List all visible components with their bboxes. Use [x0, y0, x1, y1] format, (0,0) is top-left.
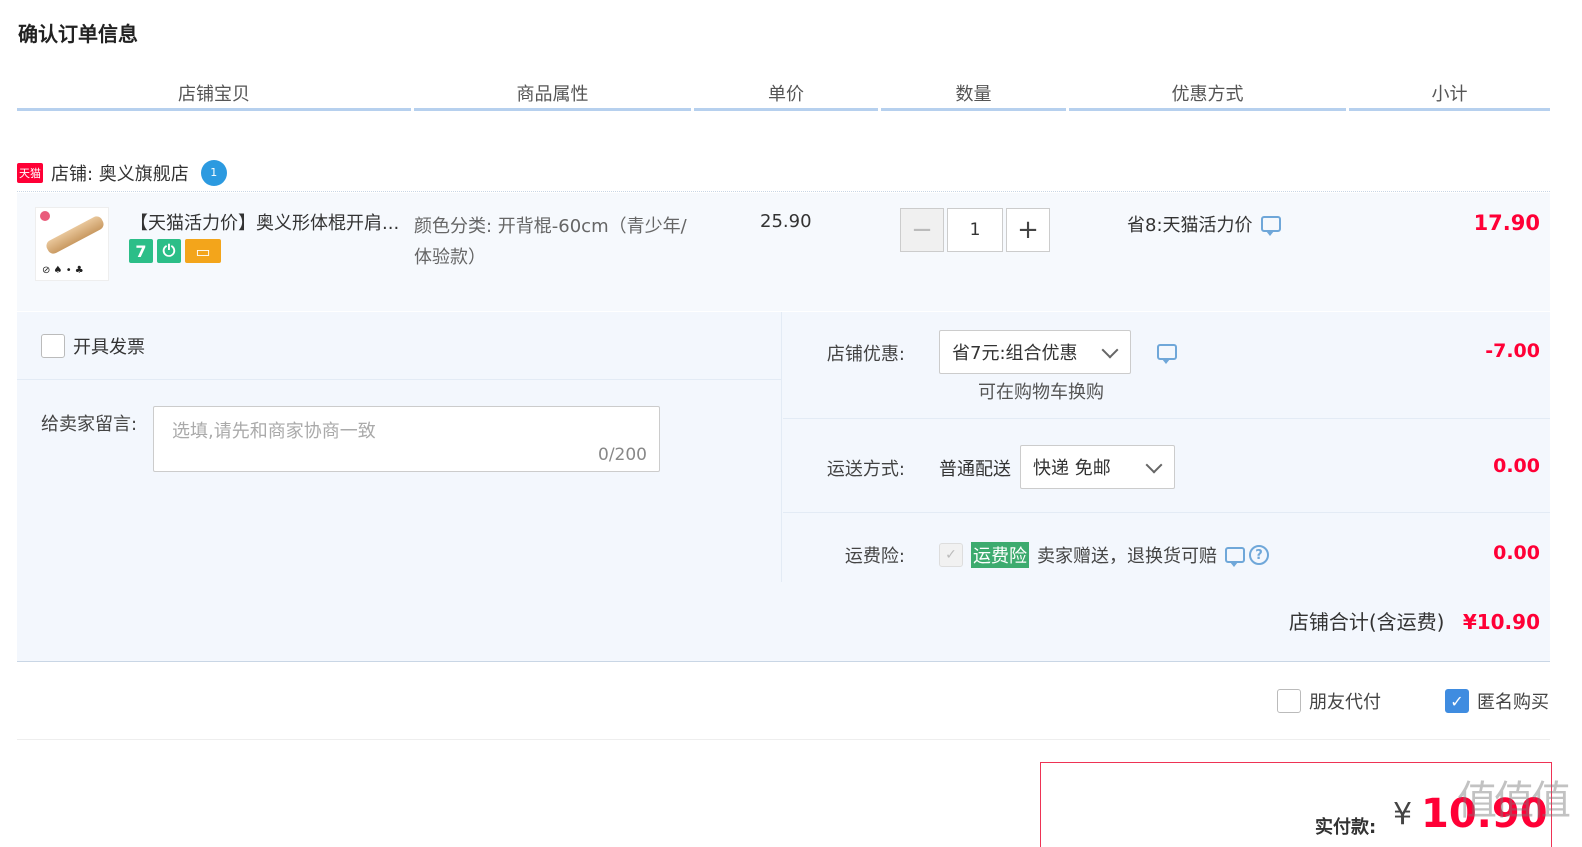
item-promotion: 省8:天猫活力价	[1127, 211, 1281, 237]
shipping-insurance-info: ✓ 运费险 卖家赠送，退换货可赔 ?	[939, 542, 1269, 568]
product-title-link[interactable]: 【天猫活力价】奥义形体棍开肩...	[130, 209, 410, 235]
item-promotion-text: 省8:天猫活力价	[1127, 215, 1253, 236]
order-details: 开具发票 给卖家留言: 选填,请先和商家协商一致 0/200 店铺优惠: 省7元…	[17, 312, 1550, 662]
brand-logo-icon	[40, 211, 50, 221]
payment-label: 实付款:	[1315, 817, 1377, 838]
friend-pay-option[interactable]: 朋友代付	[1277, 688, 1381, 714]
quantity-stepper: − 1 +	[900, 208, 1050, 252]
wangwang-chat-icon[interactable]: 1	[200, 159, 227, 186]
invoice-label: 开具发票	[73, 336, 145, 358]
shipping-selected: 快递 免邮	[1033, 458, 1111, 479]
quantity-decrease-button[interactable]: −	[900, 208, 944, 252]
invoice-option: 开具发票	[17, 312, 782, 380]
order-fees-pane: 店铺优惠: 省7元:组合优惠 可在购物车换购 -7.00 运送方式: 普通配送 …	[783, 312, 1550, 582]
anonymous-purchase-option[interactable]: ✓ 匿名购买	[1445, 688, 1549, 714]
shipping-amount: 0.00	[1493, 455, 1540, 477]
anonymous-purchase-label: 匿名购买	[1477, 692, 1549, 713]
invoice-checkbox[interactable]	[41, 333, 65, 358]
shop-discount-row: 店铺优惠: 省7元:组合优惠 可在购物车换购 -7.00	[783, 312, 1550, 419]
column-header-subtotal: 小计	[1349, 80, 1550, 111]
seller-message-char-count: 0/200	[598, 445, 647, 465]
shipping-insurance-text: 卖家赠送，退换货可赔	[1037, 546, 1217, 567]
seller-message-label: 给卖家留言:	[41, 414, 138, 435]
promo-info-icon[interactable]	[1260, 216, 1281, 236]
unit-price: 25.90	[760, 211, 812, 232]
shop-discount-amount: -7.00	[1485, 340, 1540, 362]
tmall-icon: 天猫	[17, 162, 43, 183]
shipping-insurance-row: 运费险: ✓ 运费险 卖家赠送，退换货可赔 ? 0.00	[783, 514, 1550, 582]
item-subtotal: 17.90	[1473, 211, 1540, 235]
shop-discount-selected: 省7元:组合优惠	[952, 343, 1078, 364]
payment-currency: ¥	[1393, 797, 1413, 832]
column-header-shop-item: 店铺宝贝	[17, 80, 411, 111]
shipping-insurance-amount: 0.00	[1493, 542, 1540, 564]
column-header-quantity: 数量	[881, 80, 1066, 111]
quantity-input[interactable]: 1	[947, 208, 1003, 252]
anonymous-purchase-checkbox[interactable]: ✓	[1445, 689, 1469, 713]
quantity-increase-button[interactable]: +	[1006, 208, 1050, 252]
product-accessory-icons: ⊘ ♠ • ♣	[42, 265, 84, 276]
chevron-down-icon	[1145, 456, 1163, 474]
product-thumbnail[interactable]: ⊘ ♠ • ♣	[35, 207, 109, 281]
column-header-discount: 优惠方式	[1069, 80, 1346, 111]
shipping-insurance-label: 运费险:	[844, 546, 905, 567]
payment-options-row: 朋友代付 ✓ 匿名购买	[17, 662, 1550, 740]
shop-discount-label: 店铺优惠:	[826, 344, 905, 365]
product-stick-image	[44, 214, 106, 256]
column-header-unit-price: 单价	[694, 80, 878, 111]
watermark: 值值值	[1457, 778, 1571, 824]
help-icon[interactable]: ?	[1249, 545, 1269, 565]
buyer-options-pane: 开具发票 给卖家留言: 选填,请先和商家协商一致 0/200	[17, 312, 782, 582]
product-sku: 颜色分类: 开背棍-60cm（青少年/体验款）	[414, 216, 687, 268]
shipping-select[interactable]: 快递 免邮	[1020, 445, 1175, 489]
column-header-attributes: 商品属性	[414, 80, 691, 111]
shipping-row: 运送方式: 普通配送 快递 免邮 0.00	[783, 420, 1550, 513]
shipping-insurance-tag: 运费险	[971, 542, 1029, 568]
discount-info-icon[interactable]	[1157, 344, 1177, 364]
seven-day-return-icon[interactable]: 7	[129, 239, 153, 263]
seller-message-placeholder: 选填,请先和商家协商一致	[172, 421, 376, 442]
shop-total: 店铺合计(含运费) ¥10.90	[1289, 606, 1540, 635]
insurance-chat-icon[interactable]	[1225, 547, 1245, 567]
page-title: 确认订单信息	[18, 22, 138, 46]
seller-message-textarea[interactable]: 选填,请先和商家协商一致 0/200	[153, 406, 660, 472]
shipping-method: 普通配送	[939, 459, 1011, 480]
order-item-row: ⊘ ♠ • ♣ 【天猫活力价】奥义形体棍开肩... 7 ⏻ ▭ 颜色分类: 开背…	[17, 193, 1550, 311]
plug-service-icon[interactable]: ⏻	[157, 239, 181, 263]
shop-total-amount: ¥10.90	[1462, 610, 1540, 634]
discount-note: 可在购物车换购	[978, 382, 1104, 403]
shop-total-label: 店铺合计(含运费)	[1288, 610, 1445, 634]
shipping-label: 运送方式:	[826, 459, 905, 480]
chevron-down-icon	[1101, 341, 1119, 359]
friend-pay-checkbox[interactable]	[1277, 689, 1301, 713]
shop-discount-select[interactable]: 省7元:组合优惠	[939, 330, 1131, 374]
service-icons: 7 ⏻ ▭	[129, 239, 221, 263]
friend-pay-label: 朋友代付	[1309, 692, 1381, 713]
shop-row: 天猫 店铺: 奥义旗舰店 1	[17, 154, 1550, 192]
credit-card-icon[interactable]: ▭	[185, 239, 221, 263]
shop-name-link[interactable]: 店铺: 奥义旗舰店	[51, 160, 189, 186]
shipping-insurance-checkbox: ✓	[939, 543, 963, 567]
